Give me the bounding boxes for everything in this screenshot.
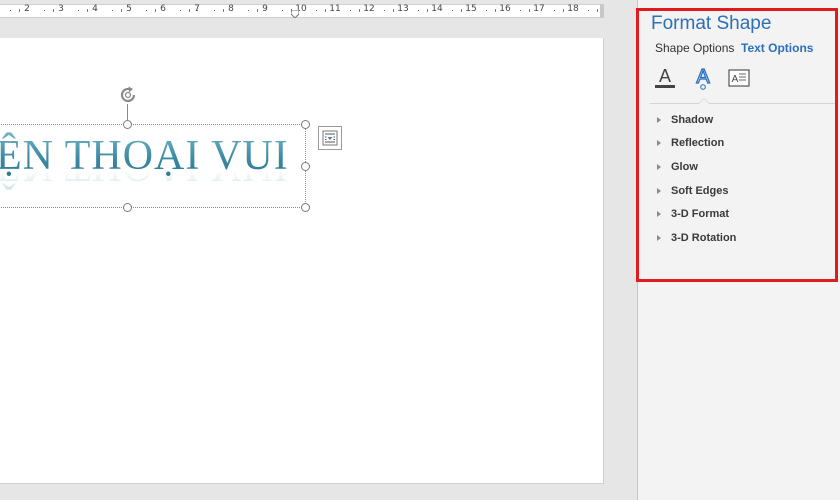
ruler-number: 2 xyxy=(24,4,30,14)
ruler-number: 12 xyxy=(363,4,375,14)
ruler-dot xyxy=(27,10,28,11)
ruler-dot xyxy=(537,10,538,11)
ruler-dot xyxy=(129,10,130,11)
ruler-dot xyxy=(554,10,555,11)
horizontal-ruler[interactable]: 2 3 4 5 6 7 8 9 10 11 12 13 14 15 16 17 … xyxy=(0,0,604,22)
ruler-dot xyxy=(571,10,572,11)
ruler-dot xyxy=(503,10,504,11)
ruler-number: 11 xyxy=(329,4,341,14)
ruler-dot xyxy=(588,10,589,11)
ruler-tick xyxy=(121,9,122,12)
layout-options-icon xyxy=(322,130,338,146)
ruler-dot xyxy=(282,10,283,11)
resize-handle-bottom[interactable] xyxy=(123,203,132,212)
wordart-reflection: ỆN THOẠI VUI xyxy=(0,143,289,189)
document-page[interactable] xyxy=(0,38,604,484)
ruler-number: 17 xyxy=(533,4,545,14)
ruler-number: 9 xyxy=(262,4,268,14)
ruler-tick xyxy=(563,9,564,12)
ruler-dot xyxy=(435,10,436,11)
ruler-dot xyxy=(44,10,45,11)
ruler-number: 5 xyxy=(126,4,132,14)
ruler-number: 6 xyxy=(160,4,166,14)
resize-handle-right[interactable] xyxy=(301,162,310,171)
document-area: 2 3 4 5 6 7 8 9 10 11 12 13 14 15 16 17 … xyxy=(0,0,636,500)
ruler-tick xyxy=(223,9,224,12)
ruler-dot xyxy=(520,10,521,11)
resize-handle-top[interactable] xyxy=(123,120,132,129)
ruler-tick xyxy=(155,9,156,12)
ruler-number: 3 xyxy=(58,4,64,14)
ruler-dot xyxy=(197,10,198,11)
ruler-tick xyxy=(257,9,258,12)
ruler-dot xyxy=(163,10,164,11)
rotate-connector xyxy=(127,104,128,120)
ruler-tick xyxy=(393,9,394,12)
ruler-dot xyxy=(384,10,385,11)
ruler-tick xyxy=(461,9,462,12)
ruler-number: 8 xyxy=(228,4,234,14)
ruler-tick xyxy=(495,9,496,12)
ruler-tick xyxy=(529,9,530,12)
ruler-dot xyxy=(231,10,232,11)
ruler-tick xyxy=(325,9,326,12)
ruler-number: 7 xyxy=(194,4,200,14)
ruler-tick xyxy=(53,9,54,12)
ruler-right-margin xyxy=(600,4,604,18)
ruler-dot xyxy=(95,10,96,11)
ruler-tick xyxy=(597,9,598,12)
resize-handle-top-right[interactable] xyxy=(301,120,310,129)
resize-handle-bottom-right[interactable] xyxy=(301,203,310,212)
hanging-indent-marker-icon[interactable] xyxy=(291,10,299,18)
ruler-tick xyxy=(87,9,88,12)
ruler-dot xyxy=(486,10,487,11)
ruler-dot xyxy=(180,10,181,11)
wordart-container[interactable]: ỆN THOẠI VUI ỆN THOẠI VUI xyxy=(0,130,306,200)
ruler-dot xyxy=(367,10,368,11)
ruler-dot xyxy=(333,10,334,11)
ruler-dot xyxy=(78,10,79,11)
ruler-dot xyxy=(214,10,215,11)
rotate-handle-icon[interactable] xyxy=(117,84,139,106)
highlight-annotation xyxy=(636,8,838,282)
layout-options-button[interactable] xyxy=(318,126,342,150)
ruler-tick xyxy=(189,9,190,12)
ruler-number: 15 xyxy=(465,4,477,14)
ruler-number: 18 xyxy=(567,4,579,14)
ruler-number: 16 xyxy=(499,4,511,14)
ruler-dot xyxy=(61,10,62,11)
ruler-tick xyxy=(359,9,360,12)
ruler-dot xyxy=(248,10,249,11)
ruler-tick xyxy=(427,9,428,12)
ruler-dot xyxy=(469,10,470,11)
ruler-number: 13 xyxy=(397,4,409,14)
ruler-dot xyxy=(401,10,402,11)
ruler-tick xyxy=(19,9,20,12)
ruler-dot xyxy=(265,10,266,11)
ruler-dot xyxy=(350,10,351,11)
ruler-dot xyxy=(10,10,11,11)
ruler-dot xyxy=(418,10,419,11)
ruler-number: 4 xyxy=(92,4,98,14)
ruler-dot xyxy=(316,10,317,11)
ruler-dot xyxy=(112,10,113,11)
ruler-dot xyxy=(146,10,147,11)
ruler-tick xyxy=(291,9,292,12)
ruler-number: 14 xyxy=(431,4,443,14)
ruler-dot xyxy=(299,10,300,11)
ruler-dot xyxy=(452,10,453,11)
